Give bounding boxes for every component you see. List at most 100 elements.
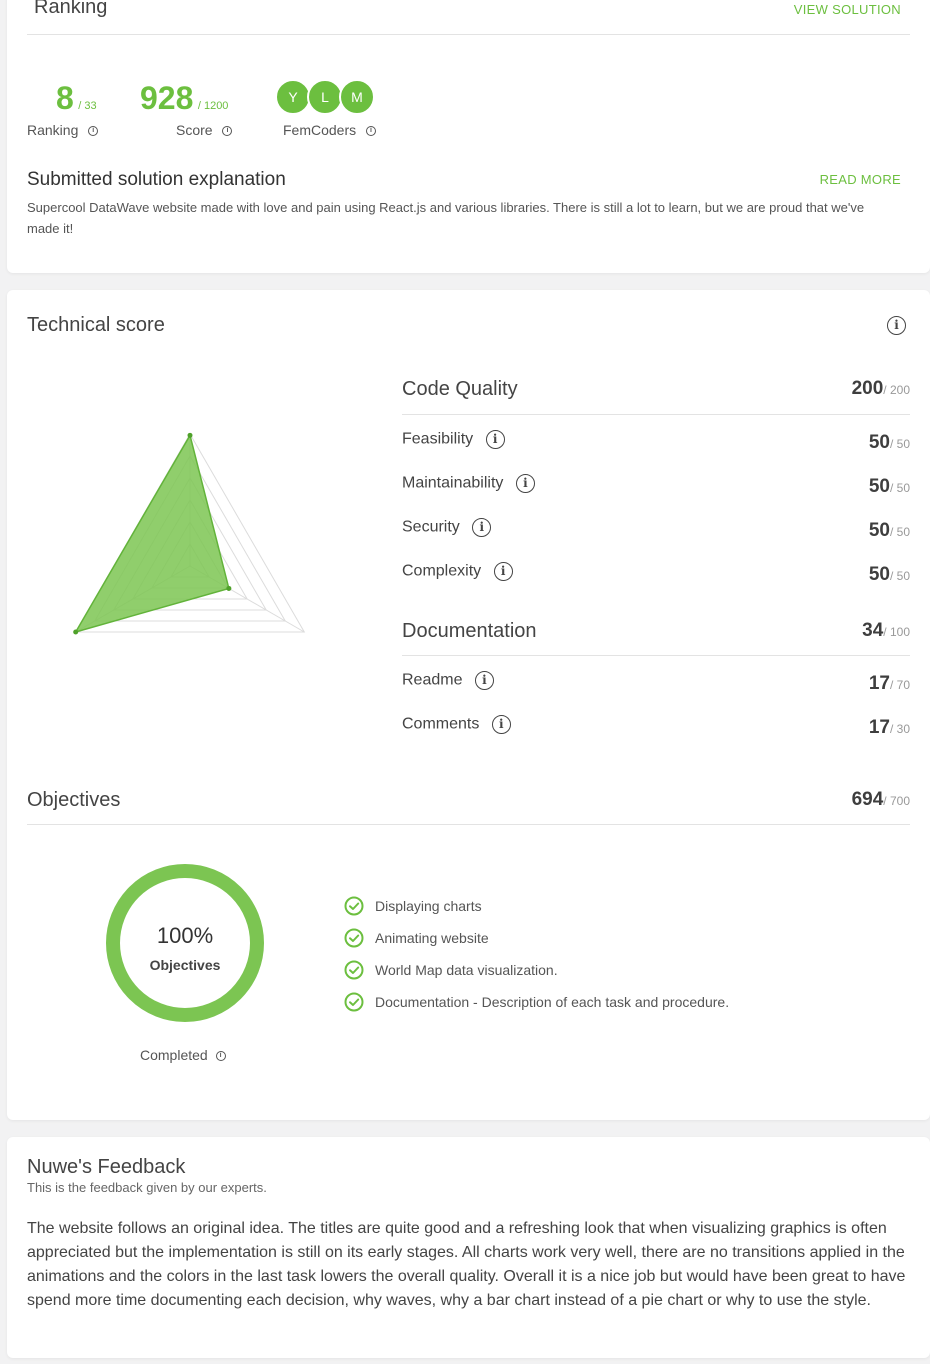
score-of: / 1200 xyxy=(197,100,229,112)
avatar[interactable]: Y xyxy=(275,79,311,115)
objective-item: Documentation - Description of each task… xyxy=(344,992,729,1012)
info-icon[interactable]: i xyxy=(222,126,233,137)
feasibility-score: 50/ 50 xyxy=(869,432,910,454)
score-label-row: Score i xyxy=(176,122,233,138)
info-icon[interactable]: i xyxy=(491,715,511,734)
radar-chart: Objectives (%)Documentation (%)Quality (… xyxy=(27,432,385,640)
technical-title: Technical score xyxy=(27,314,165,336)
info-icon[interactable]: i xyxy=(472,518,492,537)
score-max: / 50 xyxy=(889,437,910,451)
ranking-label-row: Ranking i xyxy=(27,122,99,138)
info-icon[interactable]: i xyxy=(493,562,513,581)
completed-label-row: Completed i xyxy=(140,1047,226,1063)
ranking-stat: 8 / 33 xyxy=(56,80,97,117)
avatar[interactable]: M xyxy=(339,79,375,115)
team-avatars: Y L M xyxy=(275,79,385,119)
score-value: 17 xyxy=(868,673,890,694)
complexity-label: Complexity xyxy=(402,562,482,580)
objective-text: Displaying charts xyxy=(375,898,482,914)
comments-row: Comments i xyxy=(402,715,511,734)
ranking-label: Ranking xyxy=(27,122,79,138)
feedback-title: Nuwe's Feedback xyxy=(27,1156,186,1178)
ranking-value: 8 xyxy=(56,80,74,116)
score-value: 50 xyxy=(868,432,890,453)
score-max: / 50 xyxy=(889,525,910,539)
score-max: / 100 xyxy=(883,625,910,639)
radar-data-point xyxy=(73,629,79,635)
check-circle-icon xyxy=(344,896,364,916)
code-quality-score: 200/ 200 xyxy=(852,378,910,400)
feasibility-label: Feasibility xyxy=(402,430,474,448)
score-max: / 200 xyxy=(883,383,910,397)
explanation-text: Supercool DataWave website made with lov… xyxy=(27,200,865,236)
technical-score-card: Technical score i Objectives (%)Document… xyxy=(7,290,930,1120)
objective-text: Documentation - Description of each task… xyxy=(375,994,730,1010)
info-icon[interactable]: i xyxy=(474,671,494,690)
objective-item: Animating website xyxy=(344,928,489,948)
avatar[interactable]: L xyxy=(307,79,343,115)
radar-axis-label: Quality (%) xyxy=(27,639,72,640)
ranking-card: Ranking VIEW SOLUTION 8 / 33 Ranking i 9… xyxy=(7,0,930,273)
maintainability-score: 50/ 50 xyxy=(869,476,910,498)
team-label: FemCoders xyxy=(283,122,357,138)
score-max: / 50 xyxy=(889,481,910,495)
info-icon[interactable]: i xyxy=(88,126,99,137)
readme-label: Readme xyxy=(402,671,463,689)
maintainability-row: Maintainability i xyxy=(402,474,535,493)
info-icon[interactable]: i xyxy=(366,126,377,137)
score-value: 50 xyxy=(868,476,890,497)
score-value: 200 xyxy=(851,378,884,399)
objectives-label: Objectives xyxy=(27,789,121,811)
ranking-of: / 33 xyxy=(78,100,97,112)
comments-score: 17/ 30 xyxy=(869,717,910,739)
security-label: Security xyxy=(402,518,460,536)
documentation-score: 34/ 100 xyxy=(862,620,910,642)
info-icon[interactable]: i xyxy=(485,430,505,449)
score-max: / 50 xyxy=(889,569,910,583)
feedback-subtitle: This is the feedback given by our expert… xyxy=(27,1180,267,1195)
feedback-card: Nuwe's Feedback This is the feedback giv… xyxy=(7,1137,930,1358)
score-value: 50 xyxy=(868,564,890,585)
score-value: 50 xyxy=(868,520,890,541)
readme-row: Readme i xyxy=(402,671,494,690)
view-solution-link[interactable]: VIEW SOLUTION xyxy=(794,2,901,17)
objectives-score: 694/ 700 xyxy=(852,789,910,811)
check-circle-icon xyxy=(344,992,364,1012)
divider xyxy=(402,414,910,415)
completed-label: Completed xyxy=(140,1047,208,1063)
score-max: / 70 xyxy=(889,678,910,692)
documentation-label: Documentation xyxy=(402,620,537,642)
security-row: Security i xyxy=(402,518,492,537)
team-label-row: FemCoders i xyxy=(283,122,377,138)
check-circle-icon xyxy=(344,928,364,948)
objectives-percent: 100% xyxy=(156,923,214,948)
read-more-link[interactable]: READ MORE xyxy=(820,172,901,187)
security-score: 50/ 50 xyxy=(869,520,910,542)
objective-text: Animating website xyxy=(375,930,489,946)
score-value: 928 xyxy=(140,80,194,116)
score-value: 34 xyxy=(862,620,884,641)
feedback-body: The website follows an original idea. Th… xyxy=(27,1220,906,1309)
objective-text: World Map data visualization. xyxy=(375,962,558,978)
info-icon[interactable]: i xyxy=(215,1051,226,1062)
divider xyxy=(402,655,910,656)
maintainability-label: Maintainability xyxy=(402,474,504,492)
divider xyxy=(27,824,910,825)
complexity-score: 50/ 50 xyxy=(869,564,910,586)
divider xyxy=(27,34,910,35)
complexity-row: Complexity i xyxy=(402,562,513,581)
feasibility-row: Feasibility i xyxy=(402,430,505,449)
info-icon[interactable]: i xyxy=(887,316,906,335)
radar-axis-label: Documentation (%) xyxy=(308,639,385,640)
readme-score: 17/ 70 xyxy=(869,673,910,695)
score-value: 17 xyxy=(868,717,890,738)
score-max: / 700 xyxy=(883,794,910,808)
radar-data-area xyxy=(74,433,230,634)
ranking-title: Ranking xyxy=(34,0,108,18)
code-quality-label: Code Quality xyxy=(402,378,518,400)
score-label: Score xyxy=(176,122,213,138)
radar-data-point xyxy=(187,432,193,438)
explanation-title: Submitted solution explanation xyxy=(27,169,286,190)
info-icon[interactable]: i xyxy=(515,474,535,493)
score-stat: 928 / 1200 xyxy=(140,80,228,117)
